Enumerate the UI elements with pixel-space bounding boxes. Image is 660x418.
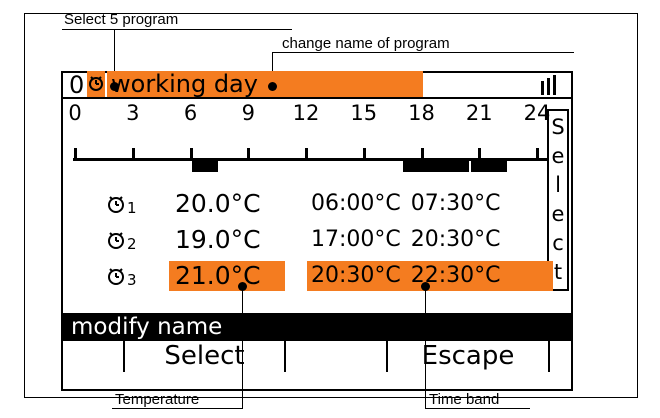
timeline-band xyxy=(470,161,508,172)
table-row[interactable]: 2 19.0°C 17:00°C 20:30°C xyxy=(63,223,543,257)
signal-bars-icon xyxy=(539,75,561,95)
callout-dot xyxy=(110,82,119,91)
timeline-tick xyxy=(74,148,77,160)
select-side-letter: e xyxy=(551,144,565,168)
timeline-tick xyxy=(362,148,366,160)
callout-dot xyxy=(238,282,247,291)
row-index: 1 xyxy=(127,199,137,217)
timeline-tick xyxy=(305,148,308,160)
program-name-field[interactable]: working day xyxy=(107,71,423,97)
callout-leader xyxy=(242,286,243,408)
timeline-tick-label: 15 xyxy=(350,101,378,125)
row-end-time: 20:30°C xyxy=(410,227,501,252)
softkey-divider xyxy=(284,339,286,372)
clock-icon xyxy=(105,265,127,287)
clock-icon xyxy=(89,76,103,91)
timeline-tick-label: 21 xyxy=(465,101,493,125)
schedule-table: 1 20.0°C 06:00°C 07:30°C 2 19.0°C 17:00°C 20:30… xyxy=(63,187,553,293)
callout-time-band: Time band xyxy=(429,391,500,408)
timeline-tick xyxy=(420,148,424,160)
row-end-time: 07:30°C xyxy=(410,191,501,216)
callout-change-name: change name of program xyxy=(282,35,450,52)
timeline-tick-label: 6 xyxy=(183,101,198,125)
timeline-tick-label: 3 xyxy=(126,101,140,125)
row-temperature[interactable]: 21.0°C xyxy=(169,261,285,291)
clock-icon-box[interactable] xyxy=(87,71,105,97)
row-temperature[interactable]: 19.0°C xyxy=(169,225,285,255)
row-start-time: 20:30°C xyxy=(311,263,401,288)
timeline-tick xyxy=(247,148,251,160)
timeline-tick xyxy=(536,148,539,160)
callout-leader xyxy=(112,408,243,409)
row-index: 2 xyxy=(127,235,137,253)
select-side-letter: S xyxy=(551,115,565,139)
timeline-tick xyxy=(131,148,135,160)
softkey-select[interactable]: Select xyxy=(125,340,284,372)
timeline-band xyxy=(403,161,469,172)
clock-icon xyxy=(105,193,127,215)
callout-temperature: Temperature xyxy=(115,391,200,408)
callout-leader xyxy=(272,52,574,53)
table-row[interactable]: 3 21.0°C 20:30°C 22:30°C xyxy=(63,259,553,293)
row-time-band[interactable]: 20:30°C 22:30°C xyxy=(307,261,553,291)
timeline-band xyxy=(191,161,219,172)
callout-select-program: Select 5 program xyxy=(64,11,179,28)
row-time-band[interactable]: 17:00°C 20:30°C xyxy=(307,225,553,255)
softkey-escape[interactable]: Escape xyxy=(388,340,548,372)
table-row[interactable]: 1 20.0°C 06:00°C 07:30°C xyxy=(63,187,543,221)
callout-leader xyxy=(425,408,530,409)
timeline-tick-label: 9 xyxy=(241,101,255,125)
callout-dot xyxy=(268,82,277,91)
clock-icon xyxy=(105,229,127,251)
row-start-time: 17:00°C xyxy=(311,227,401,252)
timeline-tick-label: 0 xyxy=(68,101,82,125)
timeline-tick-label: 18 xyxy=(408,101,435,125)
callout-leader xyxy=(62,29,292,30)
softkey-divider xyxy=(548,339,550,372)
timeline-tick-label: 12 xyxy=(292,101,320,125)
row-index: 3 xyxy=(127,271,137,289)
row-time-band[interactable]: 06:00°C 07:30°C xyxy=(307,189,553,219)
timeline-tick xyxy=(189,148,193,160)
row-start-time: 06:00°C xyxy=(311,191,401,216)
status-bar: modify name xyxy=(63,313,571,341)
callout-dot xyxy=(421,282,430,291)
timeline: 0 3 6 9 12 15 18 21 24 xyxy=(63,99,571,189)
row-temperature[interactable]: 20.0°C xyxy=(169,189,285,219)
timeline-tick xyxy=(478,148,482,160)
program-number: 0 xyxy=(69,71,85,99)
callout-leader xyxy=(425,286,426,408)
